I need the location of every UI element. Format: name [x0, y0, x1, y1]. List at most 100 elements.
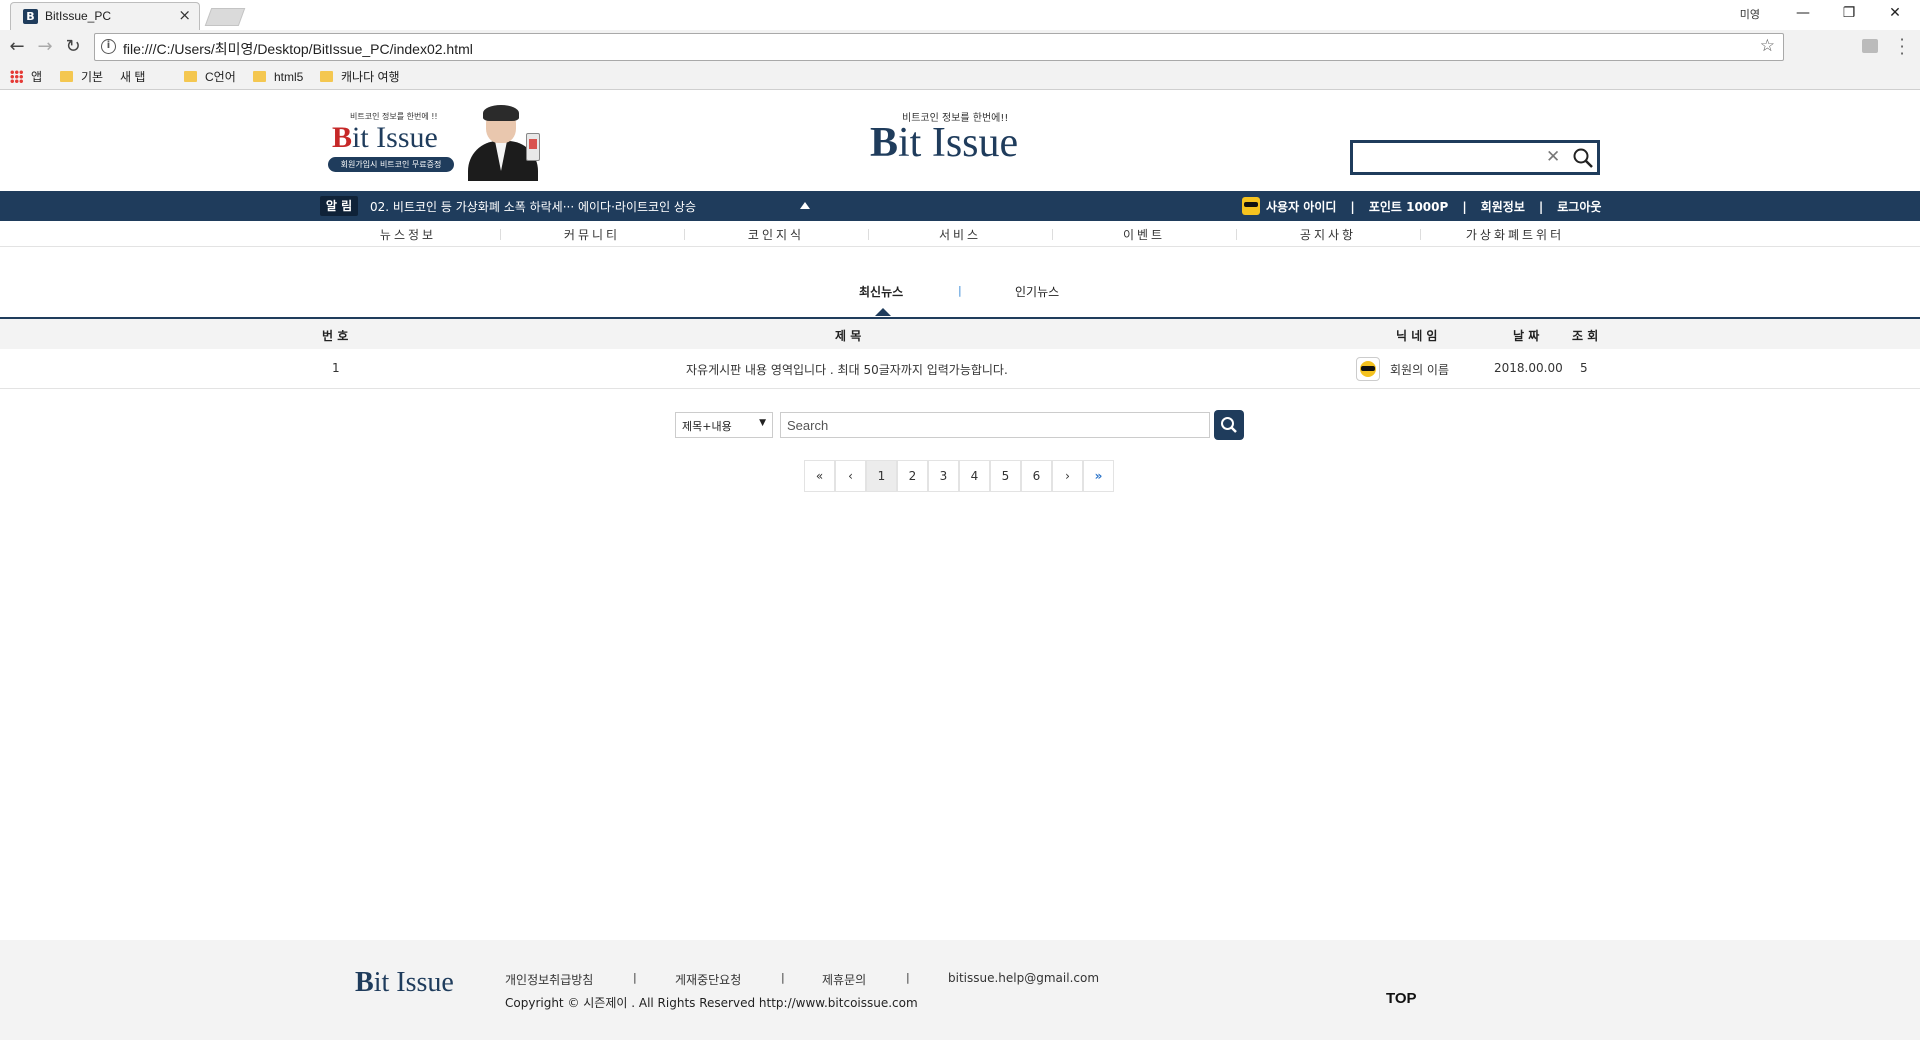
window-close-icon[interactable]: ✕: [1872, 0, 1918, 28]
member-info-link[interactable]: 회원정보: [1481, 198, 1525, 215]
notice-bar: 알 림 02. 비트코인 등 가상화폐 소폭 하락세··· 에이다·라이트코인 …: [0, 191, 1920, 221]
browser-toolbar: ← → ↻ i file:///C:/Users/최미영/Desktop/Bit…: [0, 30, 1920, 64]
privacy-policy-link[interactable]: 개인정보취급방침: [505, 971, 593, 988]
board-search: 제목+내용 ▼ Search: [0, 409, 1920, 441]
active-tab-caret-icon: [875, 308, 891, 316]
apps-grid-icon: [10, 70, 23, 83]
site-logo[interactable]: 비트코인 정보를 한번에!! Bit Issue: [870, 91, 1050, 166]
clear-icon[interactable]: ✕: [1546, 147, 1560, 167]
next-page-button[interactable]: ›: [1052, 460, 1083, 492]
nav-news[interactable]: 뉴스정보: [316, 226, 500, 243]
address-bar[interactable]: i file:///C:/Users/최미영/Desktop/BitIssue_…: [94, 33, 1784, 61]
nav-crypto-twitter[interactable]: 가상화폐트위터: [1420, 226, 1610, 243]
nav-service[interactable]: 서비스: [868, 226, 1052, 243]
banner-badge: 회원가입시 비트코인 무료증정: [328, 157, 454, 172]
browser-menu-icon[interactable]: · · ·: [1896, 32, 1908, 62]
table-row[interactable]: 1 자유게시판 내용 영역입니다 . 최대 50글자까지 입력가능합니다. 회원…: [0, 349, 1920, 389]
restore-icon[interactable]: ❐: [1826, 0, 1872, 28]
tab-title: BitIssue_PC: [45, 9, 112, 23]
bookmark-folder[interactable]: 캐나다 여행: [320, 68, 400, 86]
header-no: 번 호: [322, 329, 349, 343]
header-search-input[interactable]: [1357, 146, 1537, 170]
page-number[interactable]: 4: [959, 460, 990, 492]
back-icon[interactable]: ←: [4, 34, 30, 60]
row-title[interactable]: 자유게시판 내용 영역입니다 . 최대 50글자까지 입력가능합니다.: [686, 361, 1008, 378]
last-page-button[interactable]: »: [1083, 460, 1114, 492]
prev-page-button[interactable]: ‹: [835, 460, 866, 492]
header-views: 조 회: [1572, 329, 1599, 343]
user-points[interactable]: 포인트 1000P: [1369, 198, 1449, 215]
bitissue-favicon-icon: B: [23, 9, 38, 24]
divider: |: [1462, 200, 1467, 214]
nav-community[interactable]: 커뮤니티: [500, 226, 684, 243]
search-type-select[interactable]: 제목+내용 ▼: [675, 412, 773, 438]
nav-coin-knowledge[interactable]: 코인지식: [684, 226, 868, 243]
notice-up-arrow-icon[interactable]: [800, 202, 810, 209]
divider: |: [1350, 200, 1355, 214]
folder-icon: [253, 71, 266, 82]
bookmark-folder[interactable]: 기본: [60, 68, 103, 86]
promo-banner[interactable]: 비트코인 정보를 한번에 !! Bit Issue 회원가입시 비트코인 무료증…: [328, 105, 560, 181]
bookmark-folder[interactable]: html5: [253, 68, 303, 86]
news-tabs: 최신뉴스 | 인기뉴스: [0, 283, 1920, 309]
contact-email-link[interactable]: bitissue.help@gmail.com: [948, 971, 1099, 985]
bookmark-folder[interactable]: C언어: [184, 68, 236, 86]
tab-latest-news[interactable]: 최신뉴스: [859, 283, 903, 300]
page-number[interactable]: 6: [1021, 460, 1052, 492]
takedown-request-link[interactable]: 게재중단요청: [675, 971, 741, 988]
first-page-button[interactable]: «: [804, 460, 835, 492]
bookmark-apps[interactable]: 앱: [10, 68, 42, 86]
folder-icon: [184, 71, 197, 82]
board-search-button[interactable]: [1214, 410, 1244, 440]
search-icon: [1221, 417, 1237, 433]
tab-divider: |: [958, 284, 962, 297]
close-tab-icon[interactable]: ×: [178, 6, 191, 24]
partnership-link[interactable]: 제휴문의: [822, 971, 866, 988]
page-number[interactable]: 2: [897, 460, 928, 492]
extension-icon[interactable]: [1862, 39, 1878, 53]
footer-divider: |: [781, 971, 785, 984]
banner-logo: Bit Issue: [332, 121, 438, 154]
folder-icon: [320, 71, 333, 82]
info-icon[interactable]: i: [101, 39, 116, 54]
footer-divider: |: [906, 971, 910, 984]
logout-link[interactable]: 로그아웃: [1557, 198, 1601, 215]
page-number[interactable]: 5: [990, 460, 1021, 492]
bookmarks-bar: 앱 기본 새 탭 C언어 html5 캐나다 여행: [0, 64, 1920, 172]
notice-text[interactable]: 02. 비트코인 등 가상화폐 소폭 하락세··· 에이다·라이트코인 상승: [370, 198, 696, 215]
page-number[interactable]: 1: [866, 460, 897, 492]
nav-notice[interactable]: 공지사항: [1236, 226, 1420, 243]
dropdown-arrow-icon: ▼: [759, 418, 766, 428]
site-logo-text: Bit Issue: [870, 120, 1019, 166]
notice-tag: 알 림: [320, 196, 358, 216]
footer-logo[interactable]: Bit Issue: [355, 967, 454, 999]
back-to-top-button[interactable]: TOP: [1386, 990, 1417, 1007]
tab-popular-news[interactable]: 인기뉴스: [1015, 283, 1059, 300]
bookmark-page[interactable]: 새 탭: [120, 68, 145, 172]
profile-name[interactable]: 미영: [1740, 6, 1760, 22]
minimize-icon[interactable]: —: [1780, 0, 1826, 28]
header-nick: 닉 네 임: [1396, 329, 1438, 343]
forward-icon[interactable]: →: [32, 34, 58, 60]
page-number[interactable]: 3: [928, 460, 959, 492]
row-views: 5: [1580, 361, 1588, 375]
copyright-text: Copyright © 시즌제이 . All Rights Reserved h…: [505, 996, 918, 1010]
new-tab-button[interactable]: [204, 8, 246, 26]
user-menu: 사용자 아이디 | 포인트 1000P | 회원정보 | 로그아웃: [1242, 197, 1601, 217]
folder-icon: [60, 71, 73, 82]
row-date: 2018.00.00: [1494, 361, 1563, 375]
bookmark-star-icon[interactable]: ☆: [1760, 36, 1775, 56]
web-page: 비트코인 정보를 한번에 !! Bit Issue 회원가입시 비트코인 무료증…: [0, 91, 1920, 1040]
reload-icon[interactable]: ↻: [60, 34, 86, 60]
tab-strip: B BitIssue_PC × 미영 — ❐ ✕: [0, 0, 1920, 30]
board-search-input[interactable]: Search: [780, 412, 1210, 438]
header-search: ✕: [1350, 140, 1600, 175]
banner-model-image: [464, 105, 544, 181]
url-text[interactable]: file:///C:/Users/최미영/Desktop/BitIssue_PC…: [123, 39, 473, 59]
nav-event[interactable]: 이벤트: [1052, 226, 1236, 243]
user-id[interactable]: 사용자 아이디: [1266, 198, 1336, 215]
search-icon[interactable]: [1572, 147, 1594, 169]
browser-tab[interactable]: B BitIssue_PC ×: [10, 2, 200, 30]
user-avatar-icon: [1242, 197, 1260, 215]
browser-chrome: B BitIssue_PC × 미영 — ❐ ✕ ← → ↻ i file://…: [0, 0, 1920, 172]
